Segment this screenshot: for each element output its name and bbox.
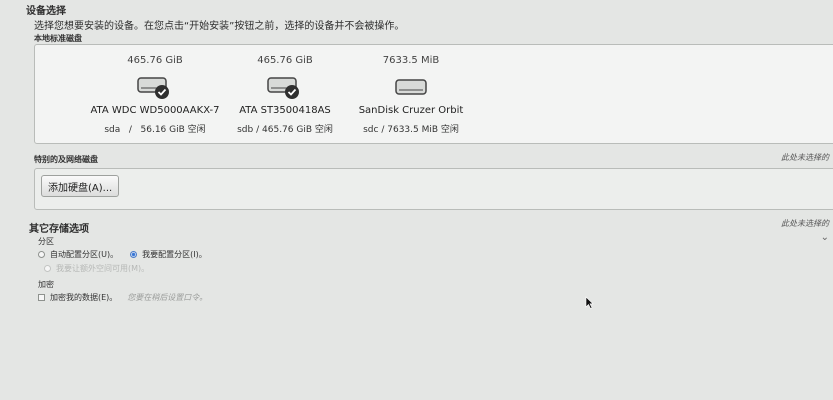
other-storage-title: 其它存储选项 xyxy=(29,224,89,235)
disk-free-space: 465.76 GiB 空闲 xyxy=(262,125,333,135)
hard-disk-icon xyxy=(391,71,431,101)
add-disk-button[interactable]: 添加硬盘(A)... xyxy=(41,175,120,197)
special-disks-panel: 添加硬盘(A)... xyxy=(34,168,833,210)
disk-device: sdb xyxy=(237,125,254,135)
disk-device: sdc xyxy=(363,125,379,135)
disk-sdc[interactable]: 7633.5 MiB SanDisk Cruzer Orbit sdc / 76… xyxy=(331,55,491,135)
disk-separator: / xyxy=(381,125,385,135)
hard-disk-icon xyxy=(265,71,305,101)
encrypt-label[interactable]: 加密我的数据(E)。 xyxy=(50,292,117,303)
auto-partition-radio[interactable] xyxy=(38,251,45,258)
mouse-cursor-icon xyxy=(585,294,594,313)
special-disks-note: 此处未选择的 xyxy=(781,153,829,162)
disk-info: sdc / 7633.5 MiB 空闲 xyxy=(331,122,491,135)
encrypt-hint: 您要在稍后设置口令。 xyxy=(127,293,208,302)
extra-space-radio xyxy=(44,265,51,272)
disk-device: sda xyxy=(104,125,121,135)
hard-disk-icon xyxy=(135,71,175,101)
disk-free-space: 7633.5 MiB 空闲 xyxy=(387,125,459,135)
manual-partition-radio[interactable] xyxy=(130,251,138,258)
extra-space-label: 我要让额外空间可用(M)。 xyxy=(56,264,150,273)
page-subtitle: 选择您想要安装的设备。在您点击“开始安装”按钮之前，选择的设备并不会被操作。 xyxy=(34,21,405,32)
local-disks-label: 本地标准磁盘 xyxy=(34,34,82,43)
manual-partition-label[interactable]: 我要配置分区(I)。 xyxy=(142,249,207,260)
installer-window: 设备选择 选择您想要安装的设备。在您点击“开始安装”按钮之前，选择的设备并不会被… xyxy=(0,0,833,400)
encryption-label: 加密 xyxy=(38,280,54,289)
auto-partition-label[interactable]: 自动配置分区(U)。 xyxy=(50,249,118,260)
page-title: 设备选择 xyxy=(26,6,66,17)
disk-name: SanDisk Cruzer Orbit xyxy=(358,105,464,116)
disk-free-space: 56.16 GiB 空闲 xyxy=(140,125,206,135)
partition-options: 自动配置分区(U)。 我要配置分区(I)。 xyxy=(38,249,207,260)
disk-separator: / xyxy=(128,125,132,135)
extra-space-option: 我要让额外空间可用(M)。 xyxy=(44,263,149,274)
local-disks-panel: 465.76 GiB ATA WDC WD5000AAKX-7 sda / 56… xyxy=(34,44,833,144)
encryption-option: 加密我的数据(E)。 您要在稍后设置口令。 xyxy=(38,292,207,303)
encrypt-checkbox[interactable] xyxy=(38,294,45,301)
chevron-down-icon: ⌄ xyxy=(820,232,829,243)
disk-size: 7633.5 MiB xyxy=(382,55,440,66)
partition-label: 分区 xyxy=(38,237,54,246)
other-storage-note: 此处未选择的 xyxy=(781,219,829,228)
special-disks-label: 特别的及网络磁盘 xyxy=(34,155,98,164)
disk-separator: / xyxy=(256,125,260,135)
